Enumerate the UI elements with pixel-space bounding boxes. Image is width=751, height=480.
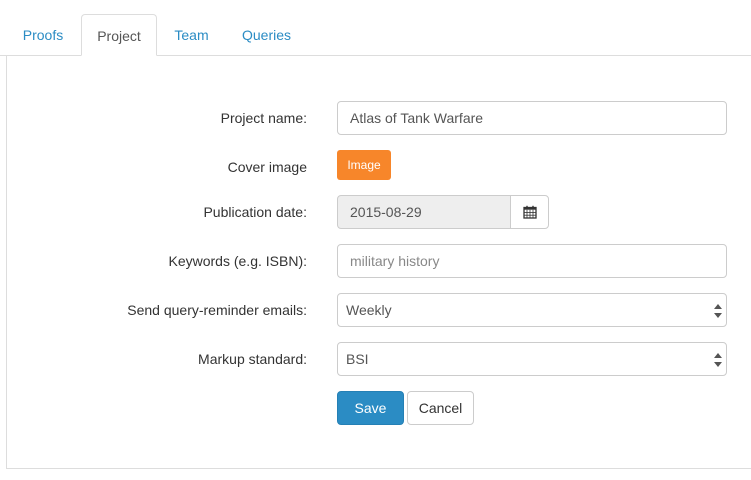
tab-team[interactable]: Team	[160, 14, 223, 56]
select-arrows-icon	[714, 353, 722, 367]
select-arrows-icon	[714, 304, 722, 318]
tab-bar: Proofs Project Team Queries	[0, 0, 751, 56]
tab-queries[interactable]: Queries	[227, 14, 306, 56]
tab-proofs[interactable]: Proofs	[8, 14, 78, 56]
tab-project[interactable]: Project	[81, 14, 157, 56]
cancel-button[interactable]: Cancel	[407, 391, 474, 425]
save-button[interactable]: Save	[337, 391, 404, 425]
markup-standard-select[interactable]: BSI	[337, 342, 727, 376]
publication-date-input: 2015-08-29	[337, 195, 511, 229]
keywords-input[interactable]: military history	[337, 244, 727, 278]
cover-image-button[interactable]: Image	[337, 150, 391, 180]
calendar-icon	[522, 205, 537, 219]
reminder-emails-select[interactable]: Weekly	[337, 293, 727, 327]
markup-standard-value: BSI	[346, 351, 369, 367]
project-name-label: Project name:	[220, 110, 307, 126]
markup-standard-label: Markup standard:	[198, 351, 307, 367]
publication-date-label: Publication date:	[203, 204, 307, 220]
keywords-label: Keywords (e.g. ISBN):	[168, 253, 308, 269]
cover-image-label: Cover image	[227, 159, 307, 175]
date-picker-button[interactable]	[510, 195, 549, 229]
reminder-emails-value: Weekly	[346, 302, 392, 318]
reminder-emails-label: Send query-reminder emails:	[127, 302, 307, 318]
project-name-input[interactable]: Atlas of Tank Warfare	[337, 101, 727, 135]
